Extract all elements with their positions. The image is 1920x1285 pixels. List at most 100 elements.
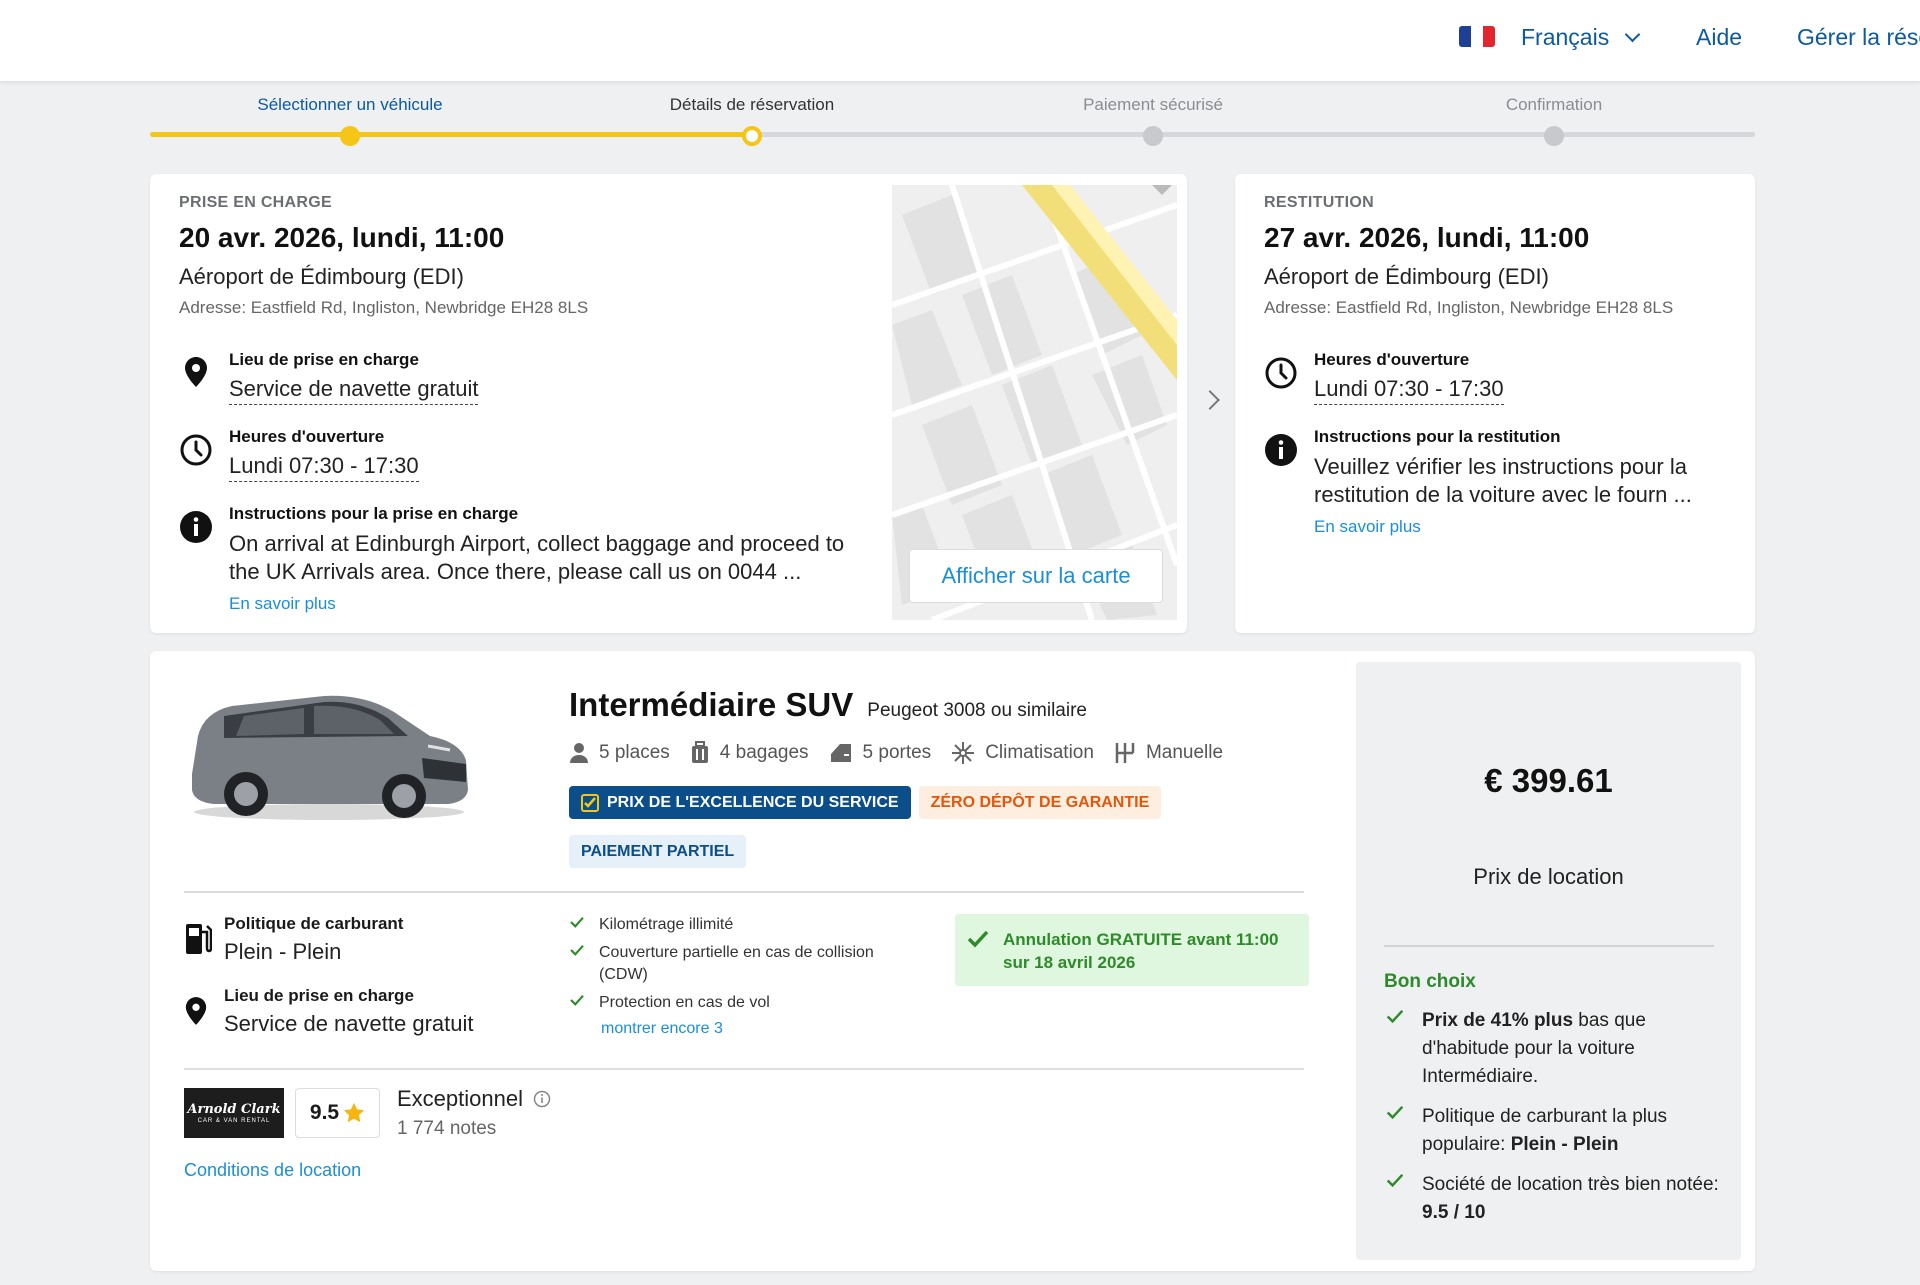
- inclusion-label: Couverture partielle en cas de collision…: [599, 944, 874, 983]
- check-icon: [570, 944, 584, 956]
- car-pickup-place-row: Lieu de prise en charge Service de navet…: [184, 986, 473, 1037]
- fuel-pump-icon: [184, 914, 213, 965]
- pickup-heading: PRISE EN CHARGE: [179, 194, 332, 211]
- divider: [184, 1068, 1304, 1070]
- rating-score: 9.5: [309, 1101, 340, 1124]
- pickup-location: Aéroport de Édimbourg (EDI): [179, 264, 464, 289]
- car-category: Intermédiaire SUV: [569, 686, 854, 723]
- dropoff-instructions-text: Veuillez vérifier les instructions pour …: [1314, 454, 1692, 507]
- reason-text: Société de location très bien notée:: [1422, 1174, 1719, 1195]
- pickup-instructions-title: Instructions pour la prise en charge: [229, 504, 519, 523]
- top-bar: Français Aide Gérer la rése: [0, 0, 1920, 81]
- supplier-logo-name: Arnold Clark: [187, 1102, 281, 1117]
- pickup-instructions-text: On arrival at Edinburgh Airport, collect…: [229, 531, 845, 584]
- partial-payment-badge: PAIEMENT PARTIEL: [569, 835, 747, 868]
- clock-icon: [179, 427, 213, 482]
- help-link[interactable]: Aide: [1696, 24, 1742, 51]
- language-selector[interactable]: Français: [1521, 24, 1641, 51]
- fuel-policy-value: Plein - Plein: [224, 939, 342, 964]
- france-flag-icon[interactable]: [1459, 26, 1495, 47]
- step-label: Sélectionner un véhicule: [257, 95, 443, 114]
- check-icon: [570, 994, 584, 1006]
- pickup-instructions-row: Instructions pour la prise en charge On …: [179, 504, 859, 614]
- pickup-place-title: Lieu de prise en charge: [229, 350, 419, 369]
- pickup-learn-more-link[interactable]: En savoir plus: [229, 594, 336, 614]
- dropoff-hours-row: Heures d'ouverture Lundi 07:30 - 17:30: [1264, 350, 1504, 405]
- rating-score-box: 9.5: [295, 1088, 380, 1138]
- service-excellence-label: PRIX DE L'EXCELLENCE DU SERVICE: [607, 793, 899, 811]
- free-cancellation-banner: Annulation GRATUITE avant 11:00 sur 18 a…: [955, 914, 1309, 986]
- inclusion-label: Kilométrage illimité: [599, 916, 734, 933]
- offer-badges: PRIX DE L'EXCELLENCE DU SERVICE ZÉRO DÉP…: [569, 786, 1169, 868]
- check-icon: [1386, 1174, 1404, 1187]
- good-choice-heading: Bon choix: [1384, 971, 1476, 992]
- step-label: Détails de réservation: [669, 95, 835, 114]
- car-pickup-place-title: Lieu de prise en charge: [224, 986, 414, 1005]
- chevron-right-icon[interactable]: [1200, 390, 1220, 410]
- inclusion-item: Kilométrage illimité: [569, 914, 909, 936]
- star-icon: [344, 1102, 365, 1123]
- car-door-icon: [830, 744, 851, 762]
- step-select-vehicle[interactable]: Sélectionner un véhicule: [190, 94, 510, 146]
- transmission-label: Manuelle: [1145, 742, 1224, 763]
- info-outline-icon[interactable]: [533, 1090, 551, 1108]
- supplier-logo: Arnold Clark CAR & VAN RENTAL: [184, 1088, 284, 1138]
- good-choice-reason: Société de location très bien notée: 9.5…: [1384, 1171, 1724, 1227]
- info-icon: [1264, 427, 1298, 537]
- pickup-address: Adresse: Eastfield Rd, Ingliston, Newbri…: [179, 298, 589, 317]
- spec-seats: 5 places: [569, 742, 670, 764]
- snowflake-icon: [952, 742, 975, 764]
- show-more-inclusions-link[interactable]: montrer encore 3: [601, 1020, 909, 1038]
- service-excellence-badge: PRIX DE L'EXCELLENCE DU SERVICE: [569, 786, 911, 819]
- pickup-place-value[interactable]: Service de navette gratuit: [229, 376, 479, 405]
- fuel-policy-title: Politique de carburant: [224, 914, 404, 933]
- inclusion-label: Protection en cas de vol: [599, 994, 770, 1011]
- clock-icon: [1264, 350, 1298, 405]
- divider: [1384, 945, 1714, 947]
- inclusion-item: Protection en cas de vol: [569, 992, 909, 1014]
- car-specs: 5 places 4 bagages 5 portes Climatisatio…: [569, 741, 1223, 765]
- gearshift-icon: [1115, 743, 1135, 763]
- good-choice-reason: Prix de 41% plus bas que d'habitude pour…: [1384, 1007, 1724, 1091]
- fuel-policy-row: Politique de carburant Plein - Plein: [184, 914, 403, 965]
- car-image: [184, 686, 474, 826]
- step-booking-details[interactable]: Détails de réservation: [592, 94, 912, 146]
- check-icon: [1386, 1106, 1404, 1119]
- rating-word: Exceptionnel: [397, 1086, 523, 1111]
- rental-conditions-link[interactable]: Conditions de location: [184, 1160, 361, 1181]
- step-label: Paiement sécurisé: [1083, 95, 1223, 114]
- pickup-hours-value[interactable]: Lundi 07:30 - 17:30: [229, 453, 419, 482]
- supplier-logo-tagline: CAR & VAN RENTAL: [197, 1118, 271, 1124]
- rating-summary: Exceptionnel 1 774 notes: [397, 1086, 551, 1140]
- rental-price-label: Prix de location: [1473, 864, 1624, 889]
- check-icon: [967, 930, 989, 948]
- divider: [184, 891, 1304, 893]
- dropoff-learn-more-link[interactable]: En savoir plus: [1314, 517, 1421, 537]
- show-on-map-button[interactable]: Afficher sur la carte: [909, 549, 1163, 603]
- zero-deposit-badge: ZÉRO DÉPÔT DE GARANTIE: [918, 786, 1162, 819]
- manage-booking-link[interactable]: Gérer la rése: [1797, 24, 1920, 51]
- seats-label: 5 places: [599, 742, 670, 763]
- dropoff-hours-value[interactable]: Lundi 07:30 - 17:30: [1314, 376, 1504, 405]
- good-choice-reason: Politique de carburant la plus populaire…: [1384, 1103, 1724, 1159]
- booking-progress-stepper: Sélectionner un véhicule Détails de rése…: [150, 94, 1755, 146]
- reason-bold: 9.5 / 10: [1422, 1202, 1486, 1223]
- doors-label: 5 portes: [862, 742, 932, 763]
- step-dot: [1143, 126, 1163, 146]
- zero-deposit-label: ZÉRO DÉPÔT DE GARANTIE: [930, 793, 1150, 811]
- step-confirmation: Confirmation: [1394, 94, 1714, 146]
- chevron-down-icon: [1624, 26, 1641, 43]
- partial-payment-label: PAIEMENT PARTIEL: [581, 842, 735, 860]
- inclusions-list: Kilométrage illimité Couverture partiell…: [569, 914, 909, 1038]
- check-icon: [570, 916, 584, 928]
- step-label: Confirmation: [1505, 95, 1603, 114]
- dropoff-location: Aéroport de Édimbourg (EDI): [1264, 264, 1549, 289]
- location-pin-icon: [179, 350, 213, 405]
- car-pickup-place-value: Service de navette gratuit: [224, 1011, 474, 1036]
- pickup-hours-row: Heures d'ouverture Lundi 07:30 - 17:30: [179, 427, 419, 482]
- reason-bold: Plein - Plein: [1510, 1134, 1619, 1155]
- language-label: Français: [1521, 24, 1610, 50]
- check-icon: [1386, 1010, 1404, 1023]
- award-check-icon: [581, 793, 599, 812]
- luggage-icon: [691, 741, 708, 763]
